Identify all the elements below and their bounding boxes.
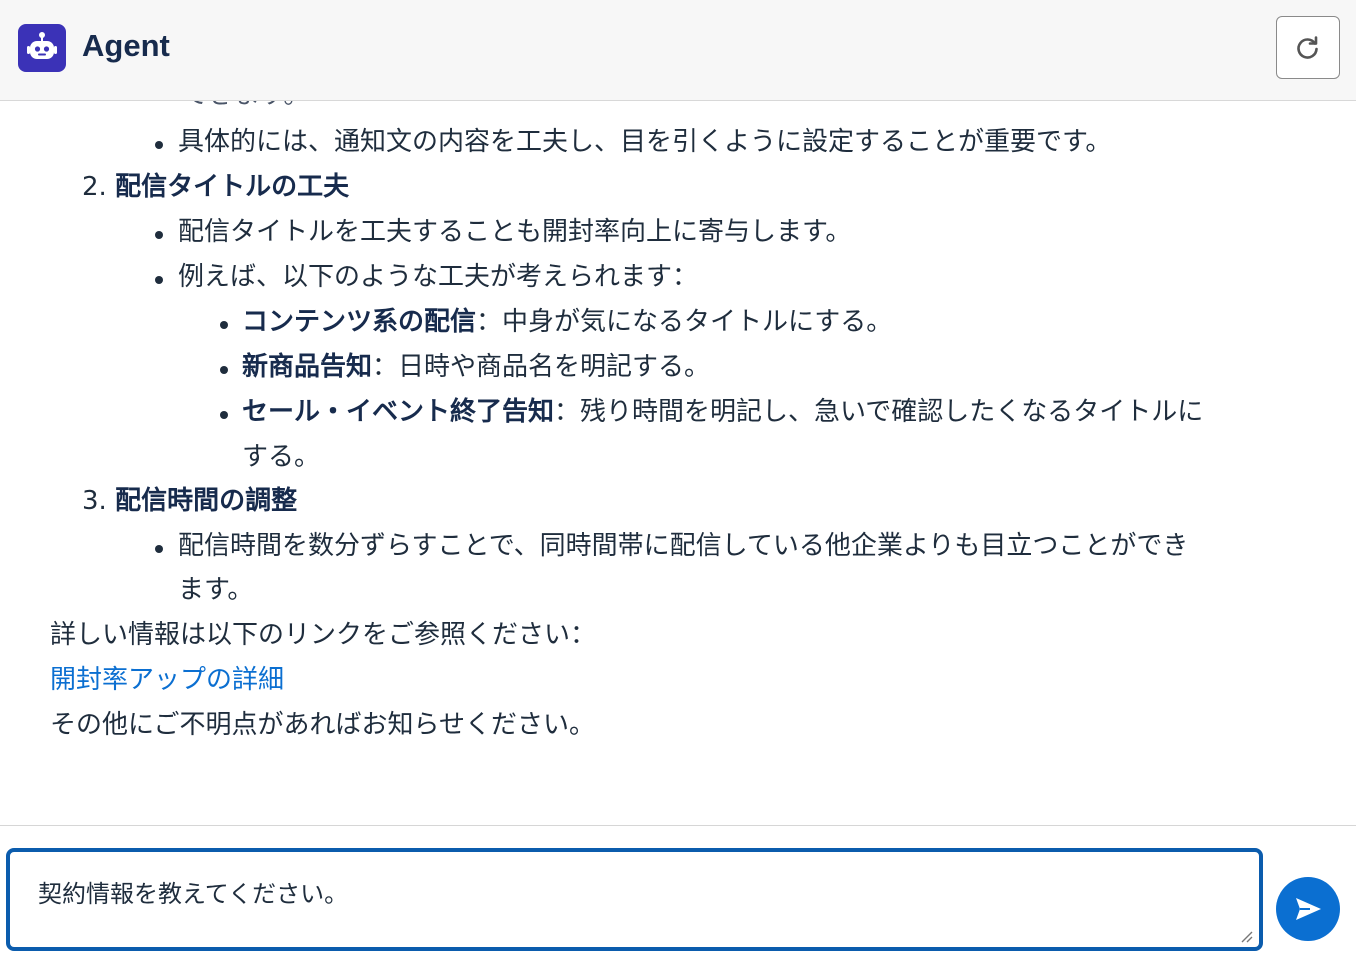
robot-icon [18,24,66,72]
list-item: コンテンツ系の配信：中身が気になるタイトルにする。 [242,300,892,345]
section-title: 配信タイトルの工夫 [115,172,350,202]
chat-messages[interactable]: できます。 具体的には、通知文の内容を工夫し、目を引くように設定することが重要で… [0,101,1356,825]
app-title: Agent [82,28,170,63]
resize-handle-icon[interactable] [1239,929,1253,943]
send-icon [1296,898,1321,920]
composer-divider [0,825,1356,826]
list-number: 3. [82,486,107,516]
send-button[interactable] [1276,877,1340,941]
closing-text: その他にご不明点があればお知らせください。 [50,710,595,740]
term: 新商品告知 [242,352,373,382]
bullet-dot [155,276,163,284]
list-item: 具体的には、通知文の内容を工夫し、目を引くように設定することが重要です。 [178,127,1112,157]
app-header: Agent [0,0,1356,101]
list-item: 例えば、以下のような工夫が考えられます： [178,262,699,292]
list-item-numbered: 3. 配信時間の調整 [82,479,297,524]
list-item-continuation: ます。 [178,575,254,605]
description: ：中身が気になるタイトルにする。 [476,307,893,337]
message-input[interactable]: 契約情報を教えてください。 [6,848,1263,951]
cut-off-text: できます。 [182,101,309,118]
section-title: 配信時間の調整 [115,486,298,516]
list-item: 新商品告知：日時や商品名を明記する。 [242,345,710,390]
list-item: 配信時間を数分ずらすことで、同時間帯に配信している他企業よりも目立つことができ [178,531,1189,561]
list-item: 配信タイトルを工夫することも開封率向上に寄与します。 [178,217,852,247]
list-item-continuation: する。 [242,442,321,472]
list-item-numbered: 2. 配信タイトルの工夫 [82,165,349,210]
bullet-dot [155,231,163,239]
description: ：残り時間を明記し、急いで確認したくなるタイトルに [554,397,1204,427]
message-input-value[interactable]: 契約情報を教えてください。 [38,874,348,909]
description: ：日時や商品名を明記する。 [372,352,711,382]
bullet-dot [155,545,163,553]
term: セール・イベント終了告知 [242,397,555,427]
bullet-dot [220,321,228,329]
term: コンテンツ系の配信 [242,307,477,337]
list-number: 2. [82,172,107,202]
refresh-icon [1297,35,1318,59]
bullet-dot [220,411,228,419]
info-text: 詳しい情報は以下のリンクをご参照ください： [50,620,597,650]
list-item: セール・イベント終了告知：残り時間を明記し、急いで確認したくなるタイトルに [242,390,1203,435]
bullet-dot [155,141,163,149]
refresh-button[interactable] [1276,16,1340,79]
bullet-dot [220,366,228,374]
details-link[interactable]: 開封率アップの詳細 [50,658,284,703]
